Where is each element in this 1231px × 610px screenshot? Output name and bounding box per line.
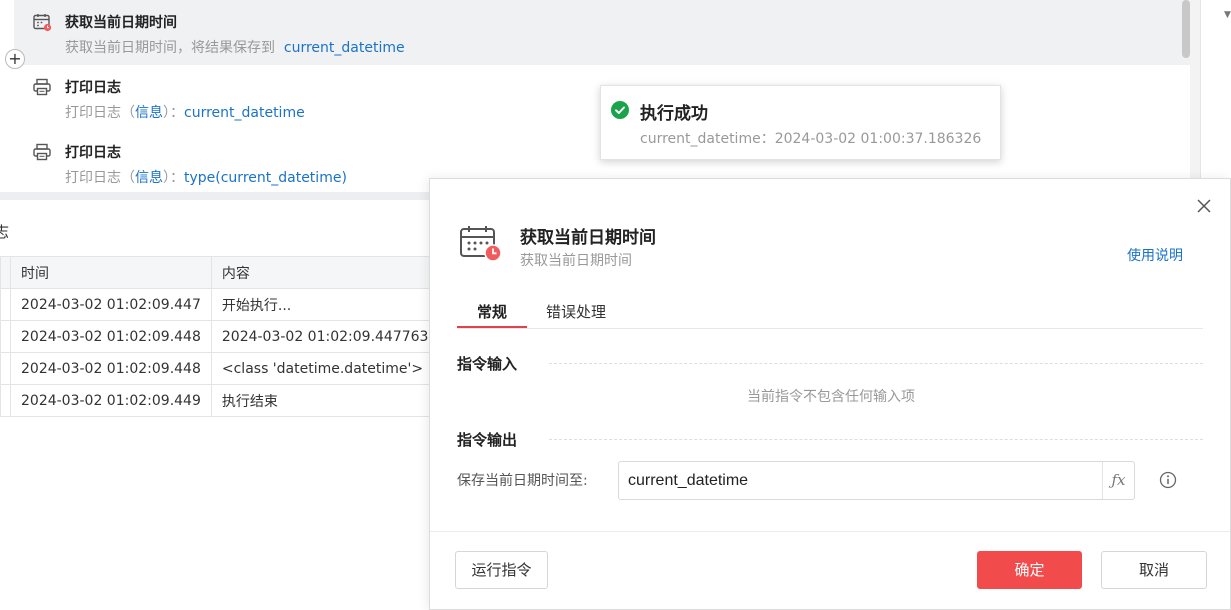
output-variable-input[interactable]: current_datetime ƒx [618,461,1135,500]
help-link[interactable]: 使用说明 [1127,245,1183,265]
column-header-content: 内容 [210,256,441,289]
toast-title: 执行成功 [640,104,708,124]
printer-icon [33,143,51,161]
footer-divider [430,531,1230,532]
output-section: 指令输出 [457,429,1203,449]
log-content-cell: 2024-03-02 01:02:09.447763 [210,320,441,353]
section-divider [549,439,1203,440]
variable-link[interactable]: type(current_datetime) [184,170,347,186]
log-time-cell: 2024-03-02 01:02:09.448 [10,352,212,385]
table-cell [0,320,11,353]
toast-message: current_datetime：2024-03-02 01:00:37.186… [640,131,982,147]
output-field-label: 保存当前日期时间至: [457,473,588,489]
log-content-cell: 开始执行... [210,288,441,321]
flow-item-title: 获取当前日期时间 [65,15,177,31]
tab-general[interactable]: 常规 [477,301,507,322]
output-section-title: 指令输出 [457,431,518,449]
table-row[interactable]: 2024-03-02 01:02:09.447 开始执行... [0,288,441,321]
log-panel-title: 志 [0,223,10,241]
dialog-tabs: 常规 错误处理 [457,297,1203,329]
tab-error-handling[interactable]: 错误处理 [546,301,606,322]
log-level-link[interactable]: 信息 [135,105,163,121]
table-header-row: 时间 内容 [0,256,441,289]
calendar-clock-icon [460,226,502,262]
variable-link[interactable]: current_datetime [284,40,405,56]
flow-item-desc-sep: ）： [163,170,184,186]
dialog-subtitle: 获取当前日期时间 [520,253,632,269]
flow-item-desc: 打印日志（信息）：type(current_datetime) [65,167,347,187]
flow-item-desc-text: 打印日志（ [65,170,135,186]
fx-icon[interactable]: ƒx [1102,462,1134,499]
command-settings-dialog: 获取当前日期时间 获取当前日期时间 使用说明 常规 错误处理 指令输入 当前指令… [429,178,1231,610]
close-icon[interactable] [1195,197,1213,215]
table-header-cell [0,256,11,289]
confirm-button[interactable]: 确定 [977,551,1082,589]
flow-item-desc-text: 打印日志（ [65,105,135,121]
flow-item-get-datetime[interactable]: 获取当前日期时间 获取当前日期时间，将结果保存到 current_datetim… [14,0,1190,65]
printer-icon [33,78,51,96]
flow-item-desc-sep: ）： [163,105,184,121]
flow-item-desc: 获取当前日期时间，将结果保存到 current_datetime [65,37,405,57]
table-cell [0,384,11,417]
table-row[interactable]: 2024-03-02 01:02:09.448 <class 'datetime… [0,352,441,385]
log-time-cell: 2024-03-02 01:02:09.449 [10,384,212,417]
run-command-button[interactable]: 运行指令 [455,551,548,589]
flow-item-title: 打印日志 [65,80,121,96]
flow-item-title: 打印日志 [65,145,121,161]
add-step-button[interactable]: + [5,49,25,69]
log-table: 时间 内容 2024-03-02 01:02:09.447 开始执行... 20… [0,256,441,417]
column-header-time: 时间 [10,256,212,289]
variable-link[interactable]: current_datetime [184,105,305,121]
flow-item-desc-text: 获取当前日期时间，将结果保存到 [65,40,275,56]
cancel-button[interactable]: 取消 [1101,551,1207,589]
caret-down-icon[interactable]: ▼ [1224,10,1231,20]
log-level-link[interactable]: 信息 [135,170,163,186]
table-row[interactable]: 2024-03-02 01:02:09.448 2024-03-02 01:02… [0,320,441,353]
output-variable-value[interactable]: current_datetime [628,472,748,490]
log-content-cell: 执行结束 [210,384,441,417]
input-section: 指令输入 [457,353,1203,373]
log-time-cell: 2024-03-02 01:02:09.448 [10,320,212,353]
no-input-note: 当前指令不包含任何输入项 [747,389,915,405]
table-row[interactable]: 2024-03-02 01:02:09.449 执行结束 [0,384,441,417]
flow-item-desc: 打印日志（信息）：current_datetime [65,102,305,122]
input-section-title: 指令输入 [457,355,518,373]
check-circle-icon [611,101,629,119]
table-cell [0,288,11,321]
log-time-cell: 2024-03-02 01:02:09.447 [10,288,212,321]
calendar-clock-icon [33,14,52,32]
section-divider [549,363,1203,364]
dialog-title: 获取当前日期时间 [520,228,656,248]
scrollbar-thumb[interactable] [1182,0,1190,58]
log-content-cell: <class 'datetime.datetime'> [210,352,441,385]
success-toast: 执行成功 current_datetime：2024-03-02 01:00:3… [600,85,1001,160]
table-cell [0,352,11,385]
active-tab-indicator [457,326,527,328]
scrollbar-track[interactable] [1190,0,1200,192]
info-icon[interactable] [1159,471,1177,489]
